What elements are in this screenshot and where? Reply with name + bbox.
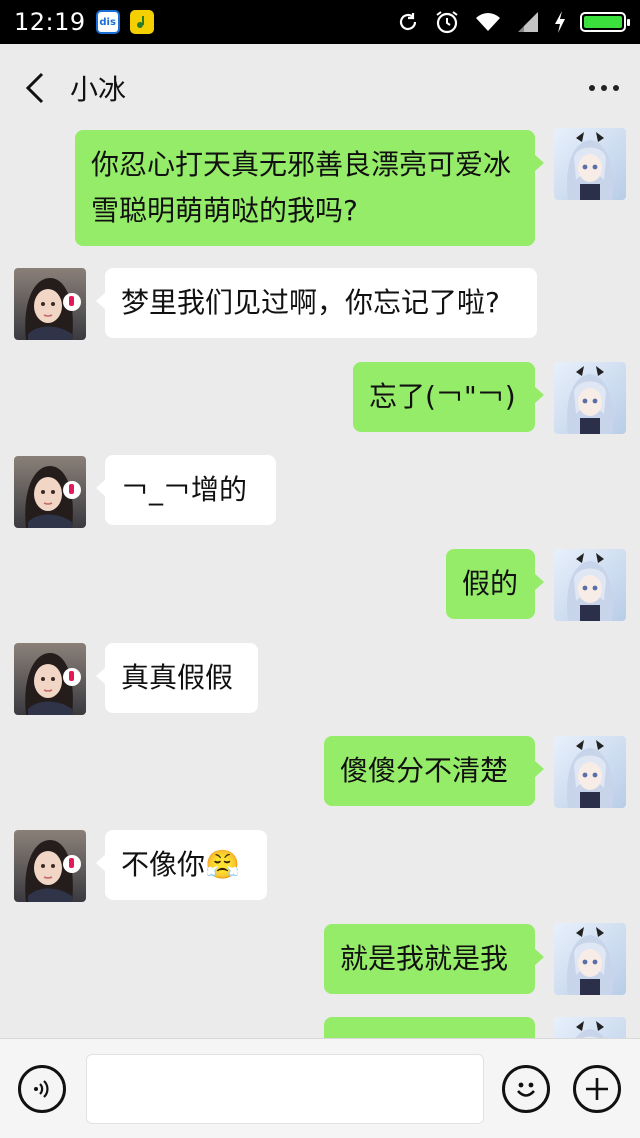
charging-icon xyxy=(555,11,565,33)
message-bubble[interactable]: 你忍心打天真无邪善良漂亮可爱冰雪聪明萌萌哒的我吗? xyxy=(75,130,544,246)
chevron-left-icon xyxy=(25,72,44,104)
more-functions-button[interactable] xyxy=(573,1065,621,1113)
battery-icon xyxy=(580,12,630,32)
emoji-button[interactable] xyxy=(502,1065,550,1113)
message-bubble[interactable]: 傻傻分不清楚 xyxy=(324,736,544,806)
contact-avatar[interactable] xyxy=(14,830,86,902)
message-bubble[interactable]: 假的 xyxy=(446,549,544,619)
my-avatar[interactable] xyxy=(554,362,626,434)
status-bar: 12:19 dis xyxy=(0,0,640,44)
message-bubble[interactable]: ￢_￢增的 xyxy=(96,455,276,525)
message-input[interactable] xyxy=(86,1054,484,1124)
message-list[interactable]: 你忍心打天真无邪善良漂亮可爱冰雪聪明萌萌哒的我吗? 梦里我们见过啊，你忘记了啦? 忘… xyxy=(0,118,640,1038)
voice-button[interactable] xyxy=(18,1065,66,1113)
more-dot-icon xyxy=(613,85,619,91)
my-avatar[interactable] xyxy=(554,1017,626,1038)
contact-avatar[interactable] xyxy=(14,643,86,715)
more-dot-icon xyxy=(601,85,607,91)
signal-icon xyxy=(518,12,538,32)
more-dot-icon xyxy=(589,85,595,91)
plus-icon xyxy=(586,1078,608,1100)
message-bubble[interactable]: 忘了(￢"￢) xyxy=(353,362,544,432)
contact-avatar[interactable] xyxy=(14,268,86,340)
music-app-icon xyxy=(129,10,154,34)
my-avatar[interactable] xyxy=(554,128,626,200)
emoji-icon xyxy=(517,1082,535,1097)
my-avatar[interactable] xyxy=(554,736,626,808)
input-bar xyxy=(0,1038,640,1138)
message-bubble[interactable]: 梦里我们见过啊，你忘记了啦? xyxy=(96,268,537,338)
my-avatar[interactable] xyxy=(554,549,626,621)
app-notification-icon: dis xyxy=(95,10,120,34)
message-bubble[interactable] xyxy=(324,1017,535,1038)
chat-title: 小冰 xyxy=(70,73,127,106)
wifi-icon xyxy=(476,13,500,31)
my-avatar[interactable] xyxy=(554,923,626,995)
alarm-icon xyxy=(436,11,458,34)
sync-icon xyxy=(399,13,417,31)
status-time: 12:19 xyxy=(14,8,86,36)
message-bubble[interactable]: 就是我就是我 xyxy=(324,924,544,994)
voice-icon xyxy=(34,1080,49,1098)
message-bubble[interactable]: 真真假假 xyxy=(96,643,258,713)
contact-avatar[interactable] xyxy=(14,456,86,528)
message-bubble[interactable]: 不像你😤 xyxy=(96,830,267,900)
battery-level xyxy=(584,16,622,28)
